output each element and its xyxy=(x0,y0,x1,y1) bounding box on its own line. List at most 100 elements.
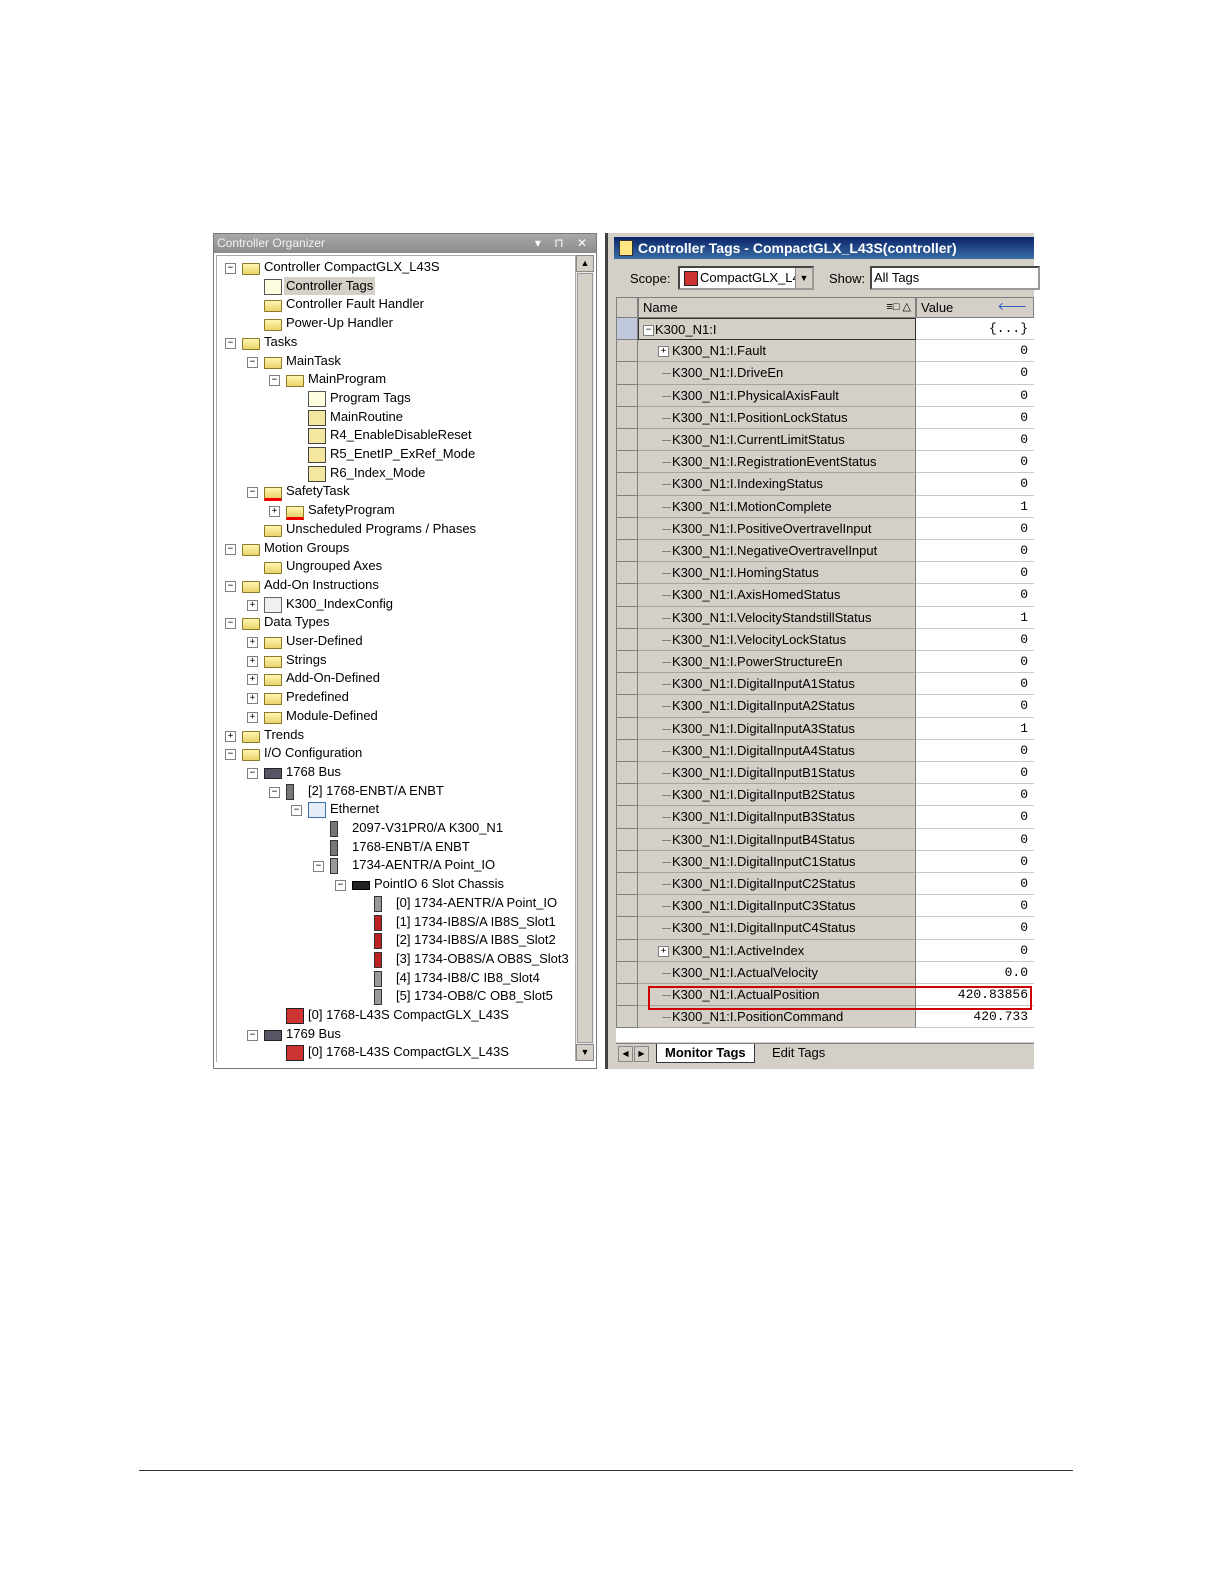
tree-item[interactable]: + K300_IndexConfig xyxy=(217,595,573,614)
expand-icon[interactable]: + xyxy=(247,693,258,705)
tree-item[interactable]: − PointIO 6 Slot Chassis xyxy=(217,875,573,894)
collapse-icon[interactable]: − xyxy=(247,767,258,779)
expand-icon[interactable]: + xyxy=(658,346,669,358)
expand-icon[interactable]: + xyxy=(247,655,258,667)
tag-name-cell[interactable]: K300_N1:I.AxisHomedStatus xyxy=(638,584,916,607)
row-selector[interactable] xyxy=(616,984,638,1007)
tag-name-cell[interactable]: K300_N1:I.DigitalInputC3Status xyxy=(638,895,916,918)
tag-value-cell[interactable]: 0 xyxy=(916,917,1034,940)
row-selector[interactable] xyxy=(616,1006,638,1029)
collapse-icon[interactable]: − xyxy=(643,325,654,336)
row-selector[interactable] xyxy=(616,540,638,563)
tag-value-cell[interactable]: 0 xyxy=(916,739,1034,762)
tag-value-cell[interactable]: 0 xyxy=(916,517,1034,540)
collapse-icon[interactable]: − xyxy=(225,618,236,630)
tag-name-cell[interactable]: K300_N1:I.IndexingStatus xyxy=(638,473,916,496)
tag-value-cell[interactable]: 0 xyxy=(916,850,1034,873)
tag-name-cell[interactable]: K300_N1:I.DigitalInputC1Status xyxy=(638,850,916,873)
tree-item[interactable]: − MainProgram xyxy=(217,370,573,389)
row-selector[interactable] xyxy=(616,961,638,984)
collapse-icon[interactable]: − xyxy=(225,749,236,761)
collapse-icon[interactable]: − xyxy=(335,880,346,892)
tag-value-cell[interactable]: 0 xyxy=(916,429,1034,452)
row-selector[interactable] xyxy=(616,895,638,918)
tag-name-cell[interactable]: K300_N1:I.HomingStatus xyxy=(638,562,916,585)
row-selector[interactable] xyxy=(616,628,638,651)
scroll-up-icon[interactable]: ▲ xyxy=(576,255,594,272)
tag-name-cell[interactable]: K300_N1:I.DigitalInputC4Status xyxy=(638,917,916,940)
tree-item[interactable]: + Module-Defined xyxy=(217,707,573,726)
tree-item[interactable]: [0] 1734-AENTR/A Point_IO xyxy=(217,894,573,913)
row-selector[interactable] xyxy=(616,362,638,385)
tag-name-cell[interactable]: + K300_N1:I.ActiveIndex xyxy=(638,939,916,962)
tag-name-cell[interactable]: K300_N1:I.ActualVelocity xyxy=(638,961,916,984)
tree-item[interactable]: + SafetyProgram xyxy=(217,501,573,521)
collapse-icon[interactable]: − xyxy=(225,263,236,274)
tab-edit-tags[interactable]: Edit Tags xyxy=(764,1044,833,1062)
row-selector[interactable] xyxy=(616,917,638,940)
tag-value-cell[interactable]: 0 xyxy=(916,628,1034,651)
expand-icon[interactable]: + xyxy=(247,711,258,723)
expand-icon[interactable]: + xyxy=(225,730,236,742)
tree-item[interactable]: − [2] 1768-ENBT/A ENBT xyxy=(217,782,573,801)
row-selector[interactable] xyxy=(616,673,638,696)
row-selector[interactable] xyxy=(616,517,638,540)
tab-monitor-tags[interactable]: Monitor Tags xyxy=(656,1044,755,1063)
tag-value-cell[interactable]: 0.0 xyxy=(916,961,1034,984)
column-header-name[interactable]: Name ≡□ △ xyxy=(638,297,916,318)
tag-name-cell[interactable]: K300_N1:I.DigitalInputA3Status xyxy=(638,717,916,740)
tag-name-cell[interactable]: − K300_N1:I xyxy=(638,318,916,341)
tag-name-cell[interactable]: K300_N1:I.DigitalInputB3Status xyxy=(638,806,916,829)
organizer-scrollbar[interactable]: ▲ ▼ xyxy=(575,255,594,1061)
row-selector[interactable] xyxy=(616,473,638,496)
tag-value-cell[interactable]: 0 xyxy=(916,340,1034,363)
column-header-value[interactable]: Value 🡐 xyxy=(916,297,1034,318)
tree-item[interactable]: − Controller CompactGLX_L43S xyxy=(217,258,573,277)
row-selector[interactable] xyxy=(616,695,638,718)
tab-scroll-left-icon[interactable]: ◀ xyxy=(618,1046,633,1062)
collapse-icon[interactable]: − xyxy=(225,580,236,592)
tag-value-cell[interactable]: 0 xyxy=(916,562,1034,585)
tree-item[interactable]: + Predefined xyxy=(217,688,573,707)
tree-item[interactable]: MainRoutine xyxy=(217,408,573,427)
tag-value-cell[interactable]: 0 xyxy=(916,651,1034,674)
tree-item[interactable]: Controller Fault Handler xyxy=(217,295,573,314)
tag-name-cell[interactable]: K300_N1:I.DigitalInputC2Status xyxy=(638,873,916,896)
tag-name-cell[interactable]: K300_N1:I.DriveEn xyxy=(638,362,916,385)
expand-icon[interactable]: + xyxy=(247,674,258,686)
tag-name-cell[interactable]: K300_N1:I.NegativeOvertravelInput xyxy=(638,540,916,563)
row-selector[interactable] xyxy=(616,784,638,807)
tree-item[interactable]: − 1768 Bus xyxy=(217,763,573,782)
tag-value-cell[interactable]: 0 xyxy=(916,584,1034,607)
collapse-icon[interactable]: − xyxy=(225,337,236,349)
tree-item[interactable]: [3] 1734-OB8S/A OB8S_Slot3 xyxy=(217,950,573,969)
tag-name-cell[interactable]: K300_N1:I.CurrentLimitStatus xyxy=(638,429,916,452)
tree-item[interactable]: Controller Tags xyxy=(217,276,573,296)
tag-name-cell[interactable]: K300_N1:I.PositiveOvertravelInput xyxy=(638,517,916,540)
tree-item[interactable]: − 1769 Bus xyxy=(217,1025,573,1044)
collapse-icon[interactable]: − xyxy=(247,1029,258,1041)
row-selector[interactable] xyxy=(616,828,638,851)
tag-value-cell[interactable]: 0 xyxy=(916,695,1034,718)
collapse-icon[interactable]: − xyxy=(247,356,258,368)
tree-item[interactable]: − MainTask xyxy=(217,352,573,371)
tag-value-cell[interactable]: 0 xyxy=(916,806,1034,829)
tag-name-cell[interactable]: + K300_N1:I.Fault xyxy=(638,340,916,363)
expand-icon[interactable]: + xyxy=(658,945,669,957)
show-filter-select[interactable]: All Tags xyxy=(870,266,1040,290)
collapse-icon[interactable]: − xyxy=(225,543,236,555)
tree-item[interactable]: [0] 1768-L43S CompactGLX_L43S xyxy=(217,1043,573,1062)
tag-name-cell[interactable]: K300_N1:I.PhysicalAxisFault xyxy=(638,384,916,407)
tag-name-cell[interactable]: K300_N1:I.RegistrationEventStatus xyxy=(638,451,916,474)
tree-item[interactable]: 2097-V31PR0/A K300_N1 xyxy=(217,819,573,838)
tag-value-cell[interactable]: 0 xyxy=(916,540,1034,563)
tag-value-cell[interactable]: 0 xyxy=(916,451,1034,474)
tag-value-cell[interactable]: 1 xyxy=(916,717,1034,740)
tree-item[interactable]: Program Tags xyxy=(217,389,573,408)
tag-name-cell[interactable]: K300_N1:I.VelocityLockStatus xyxy=(638,628,916,651)
tree-item[interactable]: − Motion Groups xyxy=(217,539,573,558)
tree-item[interactable]: − Tasks xyxy=(217,333,573,352)
tree-item[interactable]: + Add-On-Defined xyxy=(217,669,573,688)
tag-value-cell[interactable]: 0 xyxy=(916,384,1034,407)
expand-icon[interactable]: + xyxy=(247,637,258,648)
